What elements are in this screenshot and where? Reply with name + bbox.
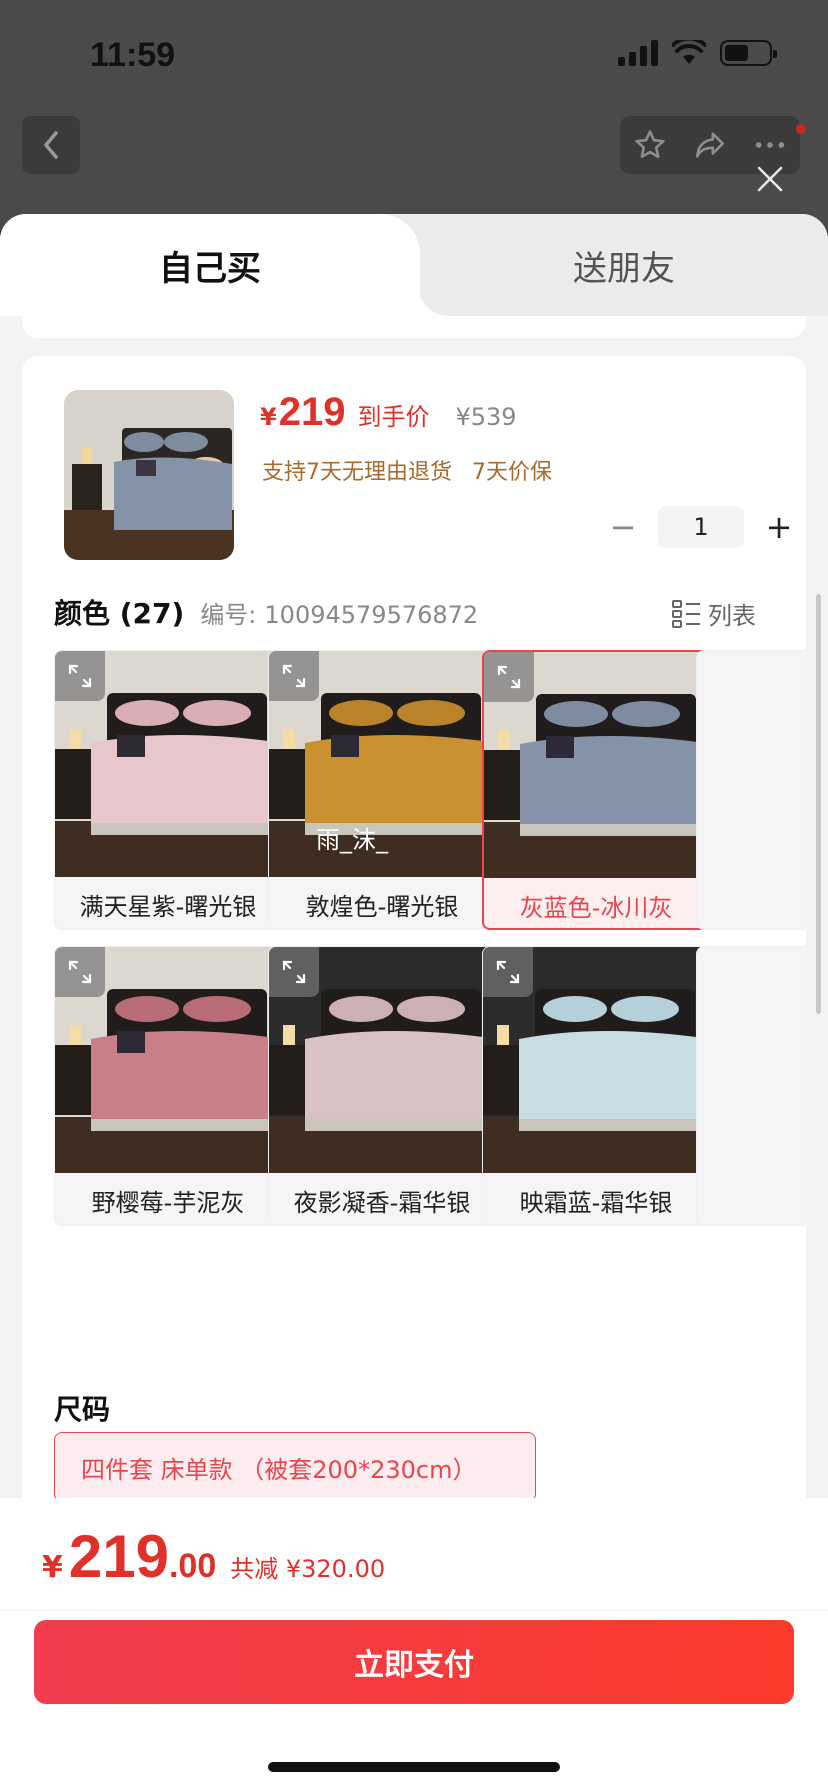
color-option-label: 敦煌色-曙光银	[305, 892, 459, 921]
expand-icon[interactable]	[55, 947, 105, 997]
list-view-label: 列表	[708, 602, 756, 630]
total-currency: ¥	[42, 1550, 63, 1585]
color-option[interactable]: 野樱莓-芋泥灰	[54, 946, 282, 1226]
home-indicator	[268, 1762, 560, 1772]
quantity-input[interactable]: 1	[658, 506, 744, 548]
pay-now-button[interactable]: 立即支付	[34, 1620, 794, 1704]
color-option-label: 灰蓝色-冰川灰	[519, 893, 673, 922]
star-icon[interactable]	[633, 128, 667, 162]
background-page: 11:59	[0, 0, 828, 230]
list-icon	[672, 599, 700, 628]
status-icons	[618, 40, 777, 66]
expand-icon[interactable]	[269, 651, 319, 701]
chevron-left-icon	[43, 131, 58, 159]
checkout-bar: ¥ 219 .00 共减 ¥320.00 立即支付	[0, 1498, 828, 1792]
total-savings: 共减 ¥320.00	[230, 1555, 386, 1583]
status-time: 11:59	[90, 36, 176, 74]
original-price: ¥539	[455, 403, 517, 431]
notification-dot	[796, 124, 806, 134]
purchase-tabs: 自己买 送朋友	[0, 214, 828, 316]
color-option[interactable]: 敦煌色-曙光银	[268, 650, 496, 930]
total-integer: 219	[68, 1523, 169, 1590]
divider	[0, 1610, 828, 1611]
total-price: ¥ 219 .00 共减 ¥320.00	[42, 1522, 385, 1591]
product-thumbnail[interactable]	[64, 390, 234, 560]
scrollbar[interactable]	[816, 594, 821, 1014]
color-option[interactable]: 灰蓝色-冰川灰	[482, 650, 710, 930]
close-icon	[757, 166, 783, 192]
expand-icon[interactable]	[55, 651, 105, 701]
color-header: 颜色 (27) 编号: 10094579576872	[54, 592, 478, 632]
increase-quantity-button[interactable]: +	[764, 508, 794, 546]
final-price-label: 到手价	[357, 403, 430, 431]
item-code-label: 编号:	[200, 601, 257, 629]
service-guarantees: 支持7天无理由退货 7天价保	[262, 454, 552, 486]
return-policy-text: 支持7天无理由退货	[262, 460, 452, 485]
color-option[interactable]: 映霜蓝-霜华银	[482, 946, 710, 1226]
color-swatch-grid: 满天星紫-曙光银 敦煌色-曙光银 灰蓝色-冰川灰野樱莓-芋泥灰 夜影凝香-霜华银 映霜蓝…	[54, 650, 806, 1250]
decrease-quantity-button[interactable]: −	[608, 508, 638, 546]
price-currency: ¥	[260, 403, 277, 431]
price-row: ¥ 219 到手价 ¥539	[260, 390, 517, 435]
size-section-title: 尺码	[54, 1393, 111, 1426]
expand-icon[interactable]	[269, 947, 319, 997]
price-protection-text: 7天价保	[472, 460, 552, 485]
list-view-toggle[interactable]: 列表	[672, 596, 756, 631]
battery-icon	[720, 40, 777, 66]
color-option-peek[interactable]	[696, 946, 806, 1226]
back-button[interactable]	[22, 116, 80, 174]
close-sheet-button[interactable]	[752, 162, 788, 198]
item-code: 10094579576872	[264, 601, 479, 629]
more-icon[interactable]	[753, 128, 787, 162]
expand-icon[interactable]	[483, 947, 533, 997]
color-option-peek[interactable]	[696, 650, 806, 930]
color-option-label: 野樱莓-芋泥灰	[91, 1188, 245, 1217]
color-section-title: 颜色 (27)	[54, 597, 185, 630]
total-decimal: .00	[168, 1547, 217, 1585]
status-bar: 11:59	[0, 0, 828, 100]
share-icon[interactable]	[693, 128, 727, 162]
watermark-text: 雨_沫_	[316, 826, 388, 854]
color-option-label: 满天星紫-曙光银	[79, 892, 257, 921]
quantity-stepper: − 1 +	[608, 506, 794, 548]
tab-gift-to-friend[interactable]: 送朋友	[420, 214, 828, 316]
expand-icon[interactable]	[484, 652, 534, 702]
signal-icon	[618, 40, 658, 66]
color-option[interactable]: 满天星紫-曙光银	[54, 650, 282, 930]
color-option[interactable]: 夜影凝香-霜华银	[268, 946, 496, 1226]
color-option-label: 映霜蓝-霜华银	[519, 1188, 673, 1217]
size-option-selected[interactable]: 四件套 床单款 （被套200*230cm）	[54, 1432, 536, 1502]
color-option-label: 夜影凝香-霜华银	[293, 1188, 471, 1217]
wifi-icon	[672, 40, 706, 64]
tab-buy-for-self[interactable]: 自己买	[0, 214, 448, 316]
final-price: 219	[278, 390, 346, 434]
tab-divider-strip	[22, 316, 806, 338]
